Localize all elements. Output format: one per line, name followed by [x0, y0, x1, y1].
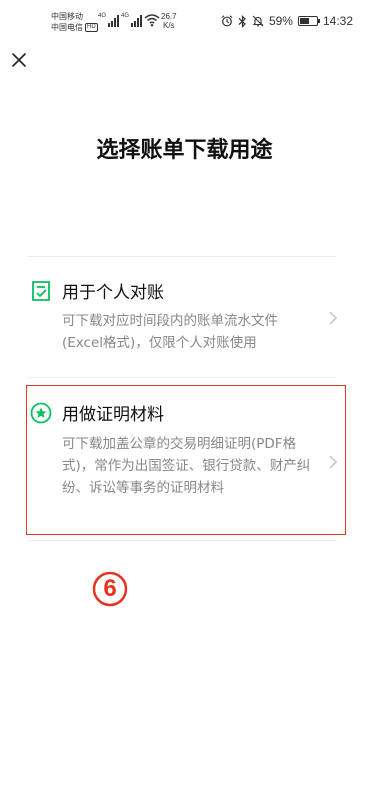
battery-icon — [297, 16, 320, 26]
signal-label-2: 4G — [121, 13, 130, 19]
mute-bell-icon — [252, 15, 264, 27]
alarm-icon — [221, 15, 233, 27]
page-title: 选择账单下载用途 — [96, 138, 273, 163]
net-speed-value: 26.7 — [161, 12, 177, 21]
step-number-digit: 6 — [103, 575, 117, 602]
option-personal-reconciliation[interactable]: 用于个人对账 可下载对应时间段内的账单流水文件(Excel格式)，仅限个人对账使… — [28, 278, 344, 358]
signal-icon-1: 4G — [98, 13, 120, 27]
option-title: 用于个人对账 — [62, 283, 164, 303]
status-bar: 中国移动 中国电信 HD 4G 4G 26.7 K/s 59% 14:32 — [0, 0, 369, 44]
option-description: 可下载对应时间段内的账单流水文件(Excel格式)，仅限个人对账使用 — [62, 313, 278, 351]
signal-label-1: 4G — [98, 13, 107, 19]
net-speed: 26.7 K/s — [161, 12, 177, 30]
bluetooth-icon — [238, 14, 246, 28]
wifi-icon — [144, 14, 160, 27]
carrier-bottom: 中国电信 — [51, 23, 83, 32]
clock: 14:32 — [322, 14, 353, 28]
hd-badge: HD — [85, 23, 98, 33]
divider-bottom — [28, 540, 336, 541]
divider-top — [28, 256, 336, 257]
signal-icon-2: 4G — [121, 13, 143, 27]
battery-percent: 59% — [268, 14, 293, 28]
carrier-top: 中国移动 — [51, 12, 83, 21]
net-speed-unit: K/s — [163, 21, 175, 30]
system-status: 59% 14:32 — [221, 14, 353, 28]
close-icon[interactable] — [10, 51, 28, 69]
chevron-right-icon — [329, 311, 338, 325]
carrier-info: 中国移动 中国电信 HD — [51, 11, 98, 33]
highlight-box — [26, 385, 346, 535]
divider-middle — [28, 377, 336, 378]
checklist-icon — [32, 281, 50, 301]
